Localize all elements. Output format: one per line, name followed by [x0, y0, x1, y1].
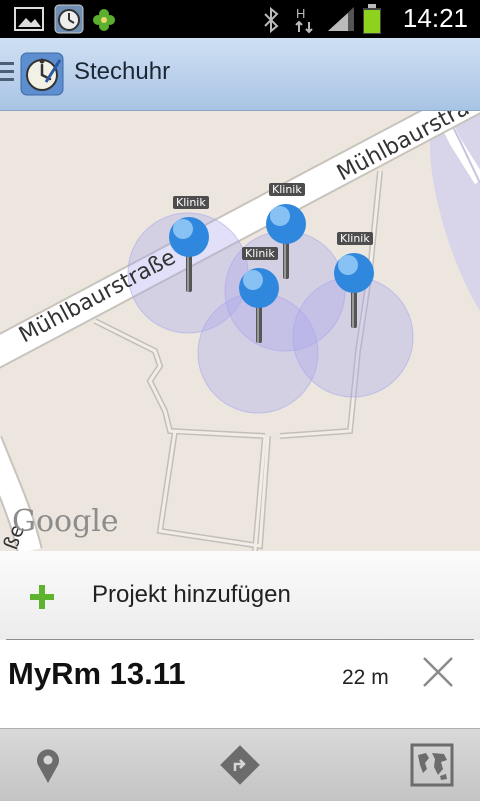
directions-icon[interactable]: [218, 743, 262, 787]
drawer-indicator-icon[interactable]: [0, 62, 14, 86]
plus-icon: [30, 585, 54, 609]
bluetooth-icon: [264, 7, 279, 33]
add-project-label: Projekt hinzufügen: [92, 581, 291, 608]
list-item[interactable]: MyRm 13.11 22 m: [0, 640, 480, 728]
stechuhr-notification-icon: [54, 4, 84, 34]
action-bar: Stechuhr: [0, 38, 480, 111]
map-view[interactable]: Mühlbaurstra Mühlbaurstraße ße Google Kl…: [0, 111, 480, 551]
clock-icon[interactable]: [20, 52, 64, 96]
status-bar: H 14:21: [0, 0, 480, 38]
add-project-button[interactable]: Projekt hinzufügen: [0, 551, 480, 639]
pin-icon: [169, 217, 209, 292]
map-marker[interactable]: Klinik: [164, 196, 214, 296]
bottom-bar: [0, 728, 480, 801]
pin-icon: [239, 268, 279, 343]
project-name: MyRm 13.11: [8, 656, 186, 691]
clock: 14:21: [402, 3, 468, 33]
clover-icon: [93, 9, 115, 31]
pin-icon: [334, 253, 374, 328]
gallery-icon: [14, 7, 44, 31]
svg-text:H: H: [296, 6, 305, 21]
signal-icon: [328, 7, 354, 31]
location-pin-icon[interactable]: [26, 743, 70, 787]
google-logo: Google: [12, 504, 119, 539]
map-marker[interactable]: Klinik: [234, 247, 284, 347]
map-marker[interactable]: Klinik: [329, 232, 379, 332]
project-distance: 22 m: [342, 666, 389, 689]
world-map-icon[interactable]: [410, 743, 454, 787]
app-title: Stechuhr: [74, 58, 171, 85]
close-icon[interactable]: [418, 652, 458, 692]
battery-icon: [363, 4, 381, 34]
hspa-icon: H: [295, 6, 313, 34]
